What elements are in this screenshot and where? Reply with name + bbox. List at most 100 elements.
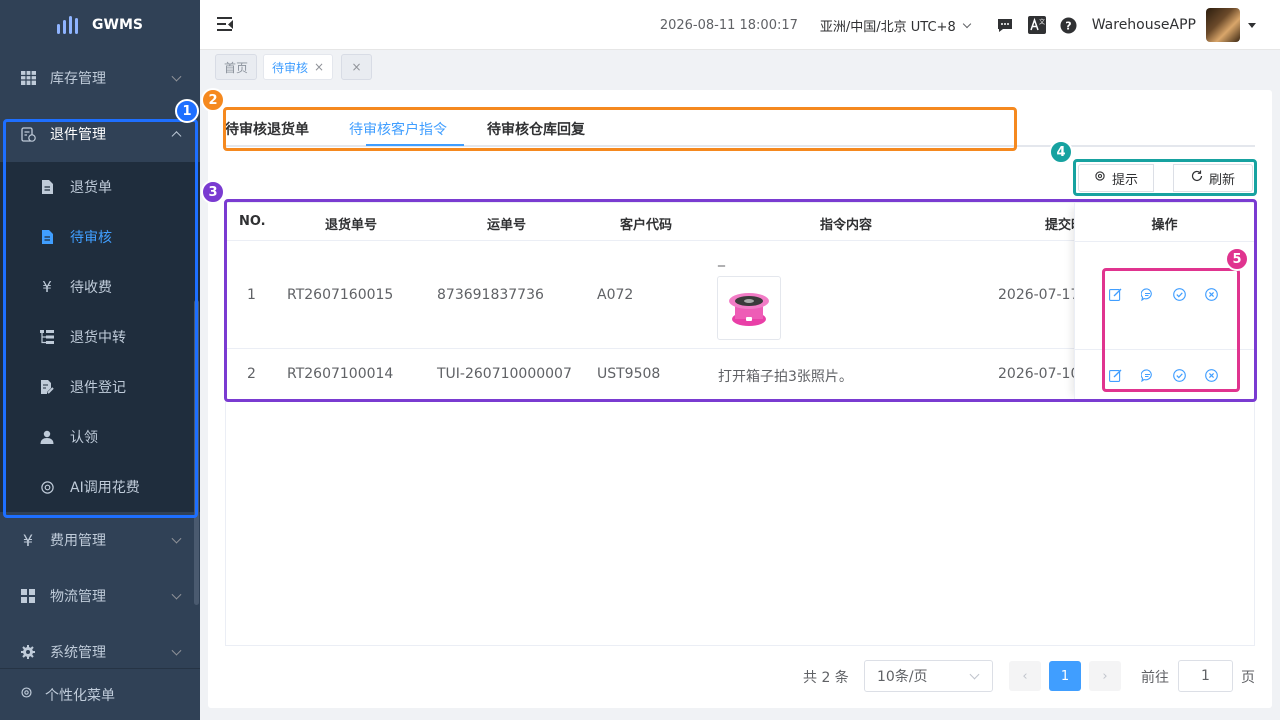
submit-time: 2026-07-10 <box>998 366 1080 382</box>
review-tabs: 待审核退货单 待审核客户指令 待审核仓库回复 <box>225 117 1255 147</box>
sidebar-item-pending-review[interactable]: 待审核 <box>0 212 200 262</box>
sidebar-item-ai-cost[interactable]: AI调用花费 <box>0 462 200 512</box>
tree-list-icon <box>40 330 54 344</box>
sidebar-item-label: 物流管理 <box>50 589 106 605</box>
hint-label: 提示 <box>1111 172 1138 188</box>
next-page-button[interactable]: › <box>1089 661 1121 691</box>
username[interactable]: WarehouseAPP <box>1092 17 1196 33</box>
tag-unnamed[interactable]: × <box>341 54 372 80</box>
waybill-number: 873691837736 <box>437 287 544 303</box>
edit-doc-icon <box>40 380 54 394</box>
close-icon[interactable]: × <box>351 60 361 74</box>
chevron-left-icon: ‹ <box>1022 668 1028 684</box>
tags-view: 首页 待审核 × × <box>200 50 1280 84</box>
sidebar-item-claim[interactable]: 认领 <box>0 412 200 462</box>
pagination: 共 2 条 10条/页 ‹ 1 › 前往 1 页 <box>208 660 1272 692</box>
sidebar-item-label: 系统管理 <box>50 645 106 661</box>
tag-label: 首页 <box>224 60 249 75</box>
tag-pending-review[interactable]: 待审核 × <box>263 54 334 80</box>
approve-icon[interactable] <box>1172 368 1186 382</box>
total-count: 共 2 条 <box>803 670 849 686</box>
apps-icon <box>20 588 36 604</box>
sidebar-item-label: 退件登记 <box>70 380 126 396</box>
sidebar-item-label: AI调用花费 <box>70 480 140 496</box>
sidebar-item-return-register[interactable]: 退件登记 <box>0 362 200 412</box>
sidebar-item-return-transfer[interactable]: 退货中转 <box>0 312 200 362</box>
page-number-current[interactable]: 1 <box>1049 661 1081 691</box>
instructions-table: NO. 退货单号 运单号 客户代码 指令内容 提交时 1 RT260716001… <box>225 202 1255 646</box>
hint-button[interactable]: 提示 <box>1078 164 1154 192</box>
sidebar-item-logistics[interactable]: 物流管理 <box>0 568 200 624</box>
reject-icon[interactable] <box>1204 368 1218 382</box>
message-icon[interactable] <box>996 16 1014 34</box>
sidebar-item-label: 库存管理 <box>50 71 106 87</box>
chevron-down-icon <box>969 669 980 680</box>
column-header: 客户代码 <box>620 218 673 233</box>
sidebar-item-returns[interactable]: 退件管理 <box>0 106 200 162</box>
top-header: 2026-08-11 18:00:17 亚洲/中国/北京 UTC+8 文 ? W… <box>200 0 1280 50</box>
yen-icon: ¥ <box>22 530 34 550</box>
personalize-menu-button[interactable]: 个性化菜单 <box>0 668 200 720</box>
refresh-button[interactable]: 刷新 <box>1173 164 1253 192</box>
help-icon[interactable]: ? <box>1060 16 1078 34</box>
customer-code: A072 <box>597 287 634 303</box>
tab-pending-customer-instructions[interactable]: 待审核客户指令 <box>349 119 447 139</box>
header-right: 2026-08-11 18:00:17 亚洲/中国/北京 UTC+8 文 ? W… <box>660 0 1280 50</box>
actions-column: 操作 <box>1074 203 1254 400</box>
comment-icon[interactable] <box>1140 368 1154 382</box>
sidebar-item-inventory[interactable]: 库存管理 <box>0 50 200 106</box>
row-actions <box>1108 368 1218 382</box>
page-suffix: 页 <box>1241 670 1255 686</box>
comment-icon[interactable] <box>1140 287 1154 301</box>
sidebar-item-return-orders[interactable]: 退货单 <box>0 162 200 212</box>
chevron-up-icon <box>171 131 182 142</box>
close-icon[interactable]: × <box>314 60 324 74</box>
current-datetime: 2026-08-11 18:00:17 <box>659 17 798 33</box>
tag-home[interactable]: 首页 <box>215 54 258 80</box>
svg-text:?: ? <box>1066 19 1072 32</box>
sidebar-item-label: 退件管理 <box>50 127 106 143</box>
edit-icon[interactable] <box>1108 287 1122 301</box>
product-thumbnail[interactable] <box>717 276 781 340</box>
table-toolbar: 提示 刷新 <box>1078 164 1253 192</box>
tab-pending-warehouse-replies[interactable]: 待审核仓库回复 <box>487 119 585 139</box>
yen-icon: ¥ <box>42 278 52 296</box>
submit-time: 2026-07-17 <box>998 287 1080 303</box>
approve-icon[interactable] <box>1172 287 1186 301</box>
prev-page-button[interactable]: ‹ <box>1009 661 1041 691</box>
annotation-badge-1: 1 <box>175 99 199 123</box>
chevron-down-icon <box>171 71 182 82</box>
product-image <box>729 293 769 326</box>
main-content: 待审核退货单 待审核客户指令 待审核仓库回复 提示 刷新 NO. 退货单号 运单… <box>208 90 1272 708</box>
gear-icon <box>1094 170 1106 186</box>
sidebar-scrollbar[interactable] <box>194 300 199 605</box>
reject-icon[interactable] <box>1204 287 1218 301</box>
row-number: 2 <box>247 366 256 382</box>
goto-page-input[interactable]: 1 <box>1178 660 1233 692</box>
chevron-down-icon <box>171 589 182 600</box>
row-actions <box>1108 287 1218 301</box>
sidebar-item-label: 待审核 <box>70 230 112 246</box>
sidebar-item-label: 退货中转 <box>70 330 126 346</box>
column-header: 退货单号 <box>325 218 378 233</box>
chevron-right-icon: › <box>1102 668 1108 684</box>
sidebar-item-pending-charge[interactable]: ¥ 待收费 <box>0 262 200 312</box>
page-size-select[interactable]: 10条/页 <box>864 660 993 692</box>
chevron-down-icon <box>171 645 182 656</box>
instruction-content: 打开箱子拍3张照片。 <box>718 369 853 385</box>
brand-logo[interactable]: GWMS <box>0 0 200 50</box>
row-number: 1 <box>247 287 256 303</box>
return-order-number[interactable]: RT2607100014 <box>287 366 393 382</box>
sidebar-item-fees[interactable]: ¥ 费用管理 <box>0 512 200 568</box>
page-size-value: 10条/页 <box>877 669 928 685</box>
collapse-menu-icon[interactable] <box>217 17 234 32</box>
translate-icon[interactable]: 文 <box>1027 16 1046 34</box>
timezone-selector[interactable]: 亚洲/中国/北京 UTC+8 <box>820 16 971 35</box>
edit-icon[interactable] <box>1108 368 1122 382</box>
avatar[interactable] <box>1206 8 1240 42</box>
tab-pending-return-orders[interactable]: 待审核退货单 <box>225 119 309 139</box>
caret-down-icon[interactable] <box>1248 22 1256 28</box>
coin-icon <box>40 480 54 494</box>
annotation-badge-5: 5 <box>1225 247 1249 271</box>
return-order-number[interactable]: RT2607160015 <box>287 287 393 303</box>
